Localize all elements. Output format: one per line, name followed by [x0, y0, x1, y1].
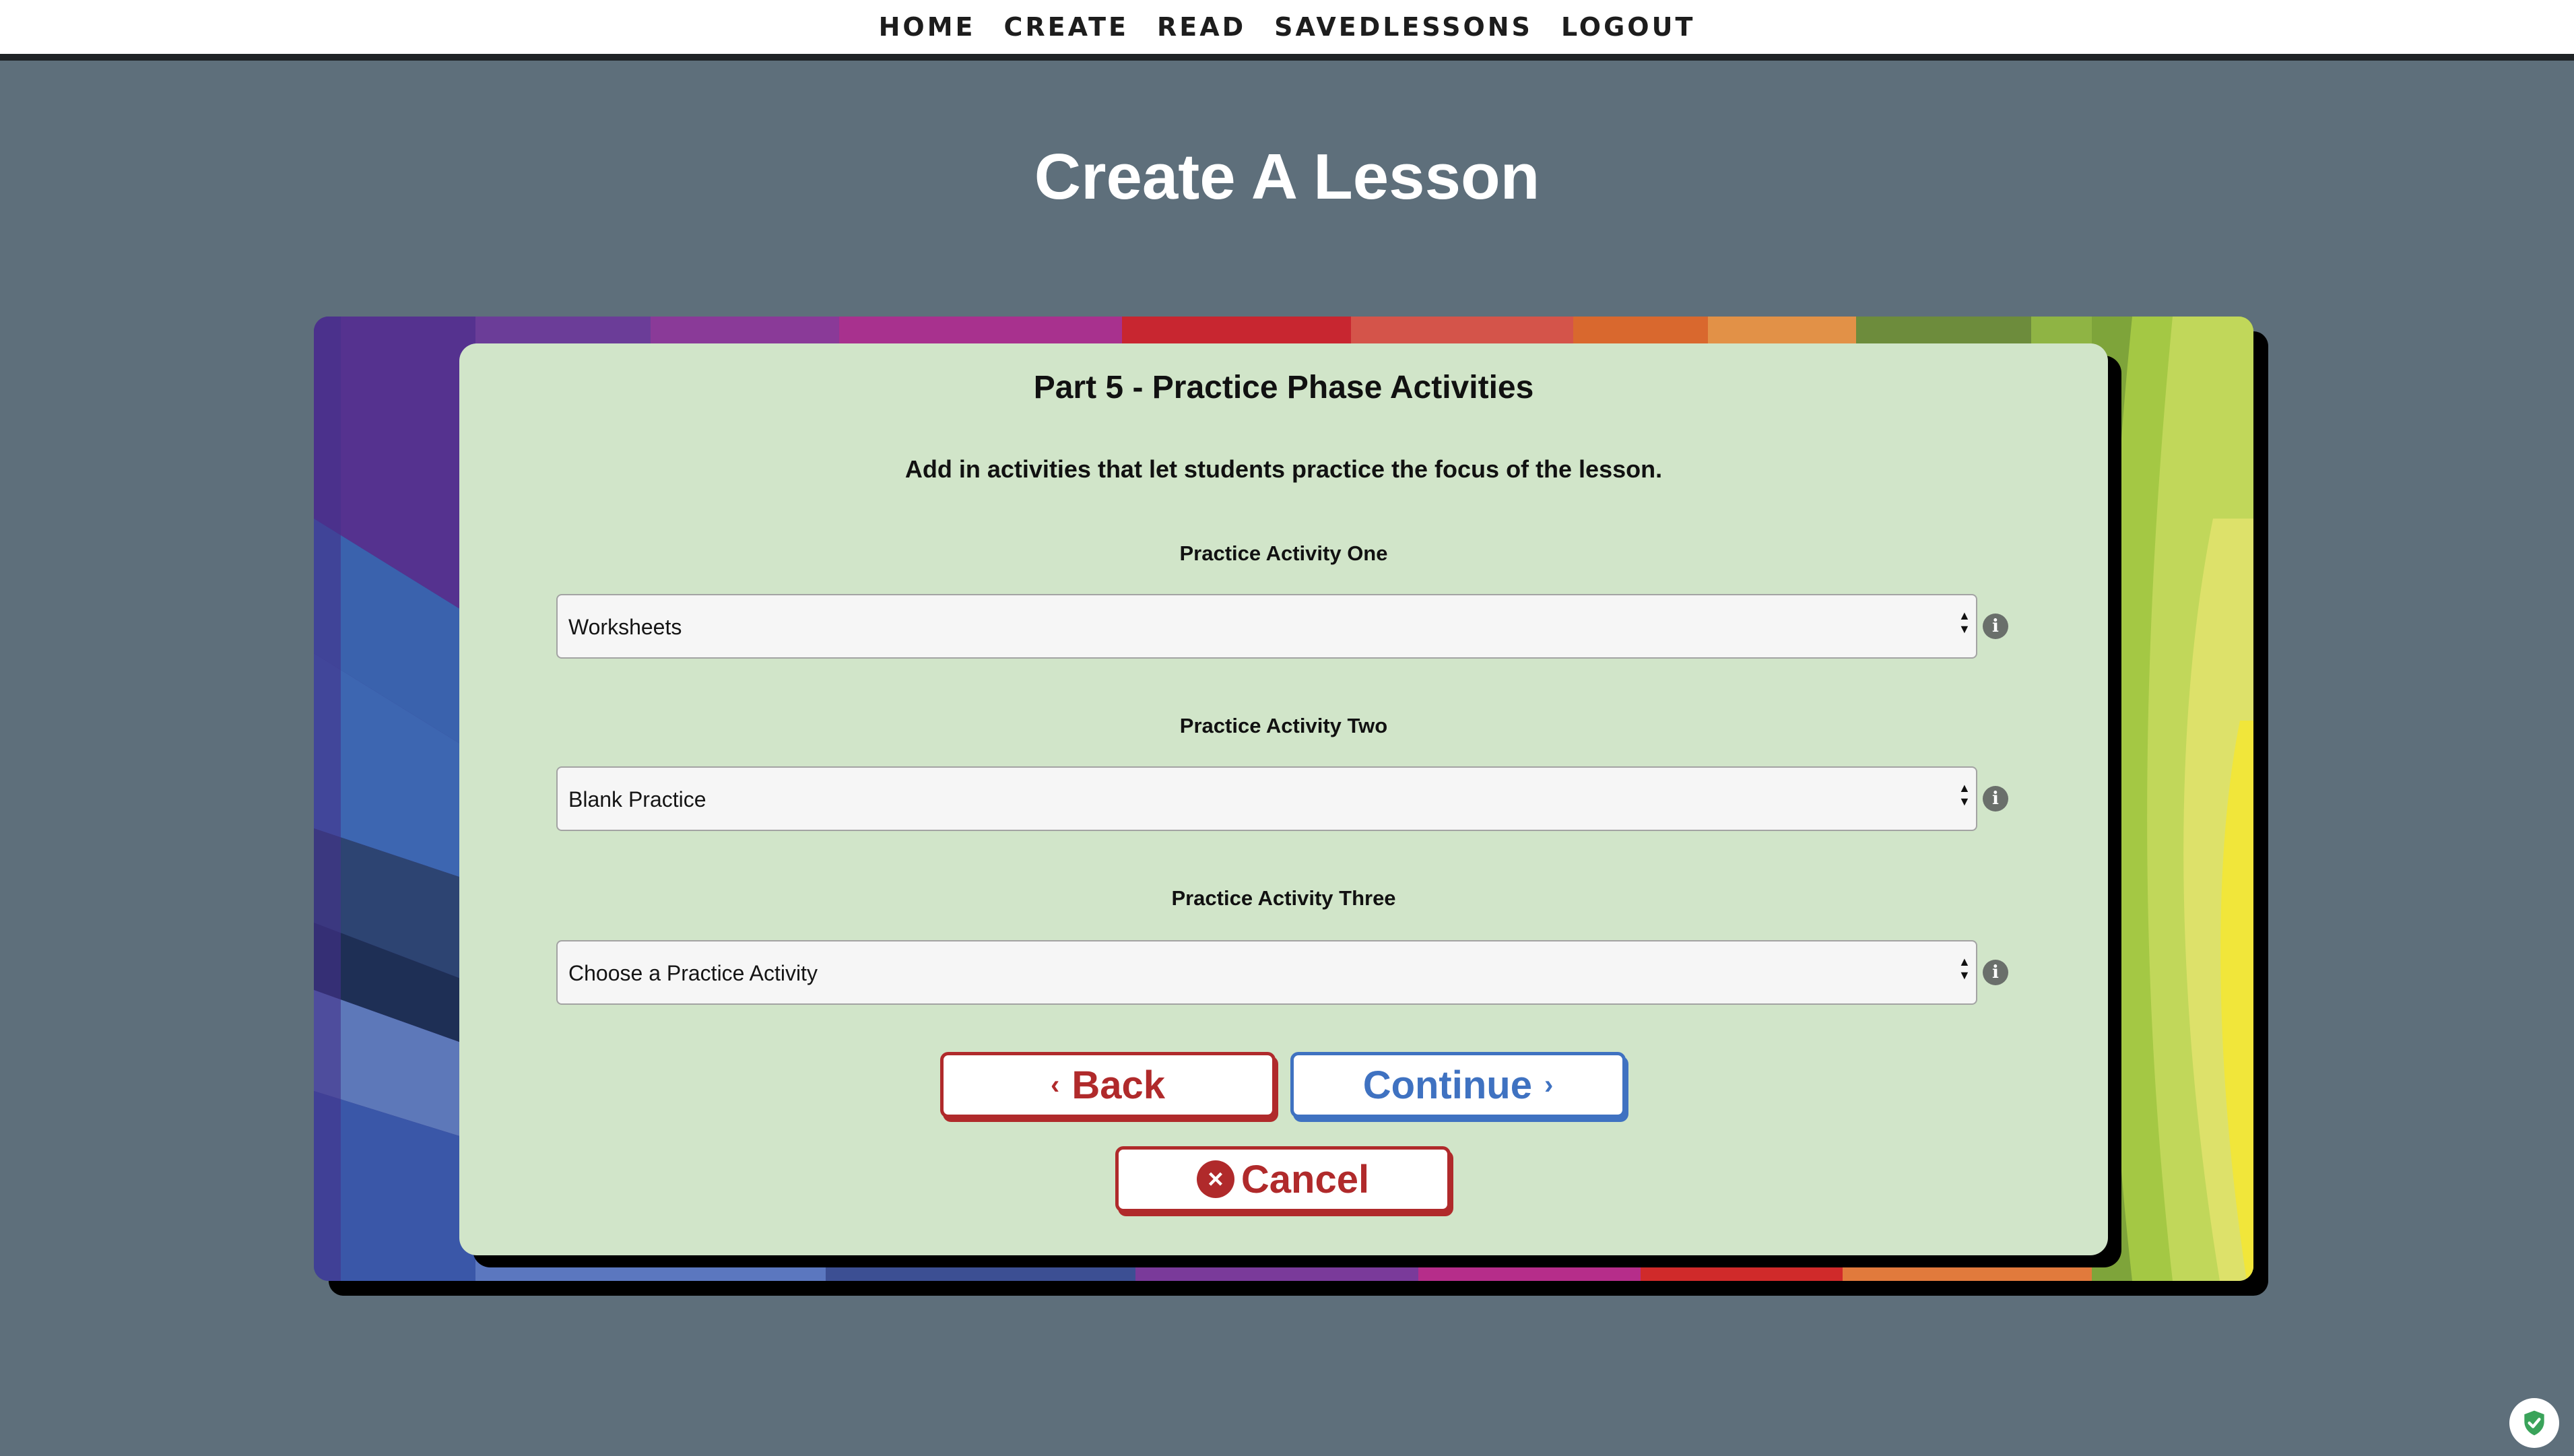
practice-activity-two-label: Practice Activity Two: [1179, 714, 1388, 737]
back-button-label: Back: [1071, 1063, 1165, 1107]
shield-check-icon[interactable]: [2509, 1398, 2559, 1448]
chevron-left-icon: ‹: [1051, 1069, 1060, 1100]
select-value: Worksheets: [568, 615, 682, 639]
continue-button-label: Continue: [1362, 1063, 1532, 1107]
nav-savedlessons-link[interactable]: SAVEDLESSONS: [1274, 12, 1533, 42]
part-title: Part 5 - Practice Phase Activities: [1033, 370, 1534, 405]
continue-button[interactable]: Continue ›: [1290, 1052, 1626, 1118]
select-arrows-icon: ▲ ▼: [1958, 955, 1971, 982]
top-nav: HOME CREATE READ SAVEDLESSONS LOGOUT: [0, 0, 2574, 61]
x-circle-icon: ×: [1196, 1160, 1234, 1198]
nav-logout-link[interactable]: LOGOUT: [1561, 12, 1695, 42]
cancel-button[interactable]: × Cancel: [1115, 1146, 1451, 1212]
cancel-button-label: Cancel: [1241, 1157, 1370, 1201]
info-icon[interactable]: i: [1983, 614, 2008, 639]
practice-activity-two-select[interactable]: Blank Practice ▲ ▼: [556, 766, 1977, 831]
nav-create-link[interactable]: CREATE: [1004, 12, 1129, 42]
lesson-form-card: Part 5 - Practice Phase Activities Add i…: [459, 343, 2108, 1255]
practice-activity-three-label: Practice Activity Three: [1171, 886, 1396, 910]
info-icon[interactable]: i: [1983, 786, 2008, 812]
chevron-right-icon: ›: [1544, 1069, 1554, 1100]
practice-activity-three-select[interactable]: Choose a Practice Activity ▲ ▼: [556, 940, 1977, 1005]
nav-read-link[interactable]: READ: [1157, 12, 1246, 42]
practice-activity-one-label: Practice Activity One: [1179, 541, 1388, 565]
page-title: Create A Lesson: [1034, 141, 1540, 213]
select-value: Choose a Practice Activity: [568, 961, 818, 985]
practice-activity-one-select[interactable]: Worksheets ▲ ▼: [556, 594, 1977, 659]
info-icon[interactable]: i: [1983, 960, 2008, 985]
part-description: Add in activities that let students prac…: [904, 455, 1663, 483]
select-value: Blank Practice: [568, 787, 706, 812]
select-arrows-icon: ▲ ▼: [1958, 781, 1971, 808]
back-button[interactable]: ‹ Back: [940, 1052, 1276, 1118]
select-arrows-icon: ▲ ▼: [1958, 609, 1971, 636]
nav-home-link[interactable]: HOME: [879, 12, 976, 42]
